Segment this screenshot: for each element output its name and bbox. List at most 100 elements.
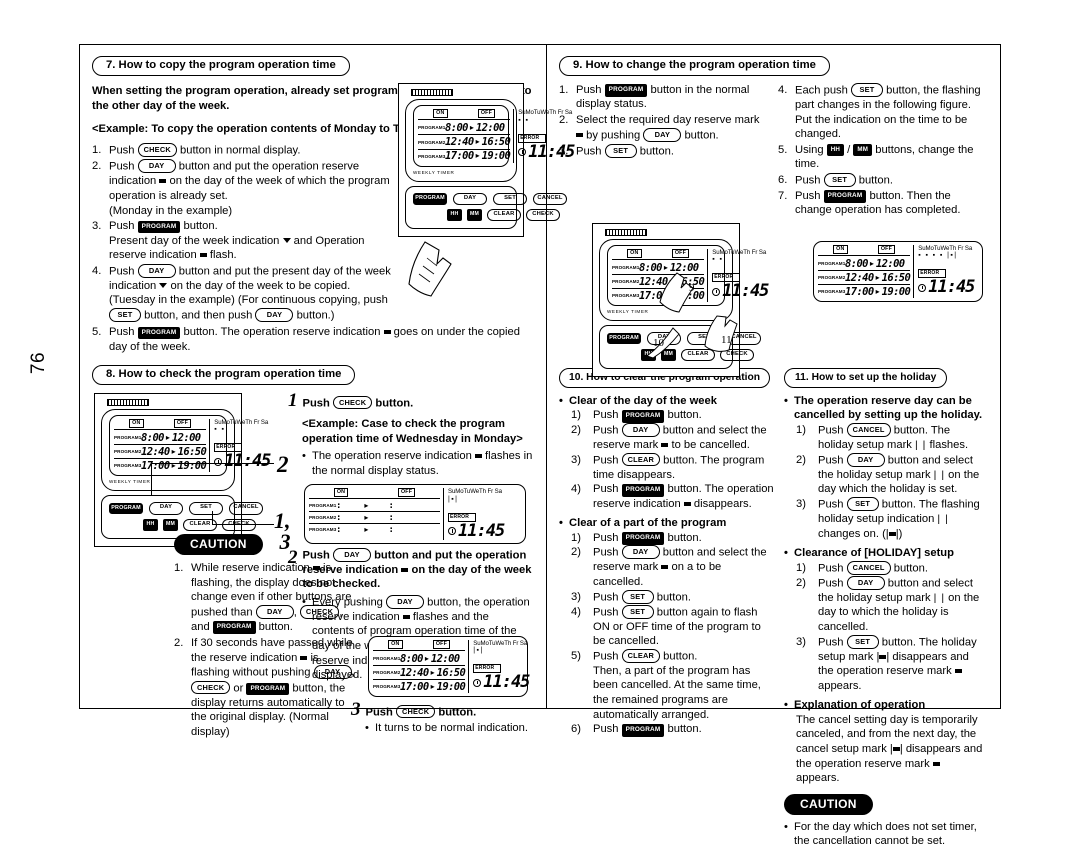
- lcd-clock: 11:45: [448, 522, 521, 540]
- step-number: 7.: [778, 189, 788, 202]
- day-key: DAY: [643, 127, 682, 142]
- lcd-on-time: 12:40: [445, 135, 474, 148]
- keypad-set-button[interactable]: SET: [493, 192, 527, 205]
- day-key: DAY: [137, 263, 176, 278]
- keypad-clear-button[interactable]: CLEAR: [487, 208, 521, 222]
- sub-number: 1): [571, 531, 581, 544]
- keypad-program-button[interactable]: PROGRAM: [109, 502, 143, 515]
- lcd-on-time: 8:00: [400, 652, 423, 665]
- keypad-day-button[interactable]: DAY: [149, 502, 183, 515]
- group-title-text: Clearance of [HOLIDAY] setup: [794, 547, 954, 560]
- keypad-hh-button[interactable]: HH: [143, 518, 158, 531]
- caution-text: For the day which does not set timer, th…: [794, 820, 977, 848]
- step-number: 5.: [92, 326, 102, 339]
- lcd-program-label: PROGRAM2: [818, 275, 846, 281]
- bullet-dot-icon: •: [784, 699, 788, 712]
- arrow-right-icon: ▸: [430, 681, 435, 691]
- lcd-program-area: ON OFF PROGRAM1 8:00 ▸ 12:00 PROGRAM2 12…: [418, 109, 513, 162]
- sub-item: 2) Push DAY button and select the reserv…: [571, 545, 774, 589]
- holiday-mark-filled-icon: | |: [876, 650, 890, 663]
- day-key: DAY: [846, 575, 885, 590]
- vent-grille-icon: [411, 89, 453, 97]
- step-item: 7. Push PROGRAM button. Then the change …: [778, 189, 988, 218]
- lcd-off-time: 12:00: [430, 652, 460, 665]
- lcd-on-tag: ON: [129, 419, 144, 429]
- sub-number: 2): [796, 576, 806, 589]
- sub-text: Push PROGRAM button. The operation reser…: [593, 483, 774, 510]
- lcd-program-label: PROGRAM2: [418, 139, 446, 145]
- mm-key: MM: [853, 144, 873, 157]
- arrow-right-icon: ▸: [869, 258, 874, 268]
- step-text: Push SET button.: [576, 143, 674, 158]
- keypad-day-button[interactable]: DAY: [453, 192, 487, 205]
- step-number: 3.: [92, 220, 102, 233]
- lcd-onoff-header: ON OFF: [309, 488, 440, 500]
- lcd-on-time: 8:00: [845, 257, 868, 270]
- screen-shell: ON OFF PROGRAM1 8:00 ▸ 12:00 PROGRAM2 12…: [101, 409, 271, 492]
- reserve-mark-icon: [300, 655, 308, 660]
- caution-block-left: CAUTION 1. While reserve indication is f…: [174, 534, 359, 740]
- program-key: PROGRAM: [823, 190, 867, 204]
- sub-item: 3) Push SET button. The flashing holiday…: [796, 496, 986, 541]
- reserve-mark-icon: [661, 565, 669, 570]
- keypad-cancel-button[interactable]: CANCEL: [229, 502, 263, 515]
- sub-text: Push DAY button and select the reserve m…: [593, 545, 767, 589]
- keypad-set-button[interactable]: SET: [189, 502, 223, 515]
- step-item: 4. Each push SET button, the flashing pa…: [778, 82, 988, 142]
- sub-item: 2) Push DAY button and select the holida…: [796, 452, 986, 497]
- arrow-right-icon: ▸: [469, 122, 474, 132]
- step-text: Using HH / MM buttons, change the time.: [795, 143, 974, 171]
- arrow-right-icon: ▸: [430, 667, 435, 677]
- lcd-program-label: PROGRAM1: [818, 261, 846, 267]
- lcd-on-time: 17:00: [141, 459, 170, 472]
- sub-item: 3) Push SET button. The holiday setup ma…: [796, 634, 986, 694]
- holiday-mark-icon: | |: [933, 591, 946, 604]
- lcd-days-row: SuMoTuWeTh Fr Sa: [448, 488, 502, 496]
- step-number: 4.: [778, 83, 788, 96]
- arrow-right-icon: ▸: [875, 272, 880, 282]
- sub-text: Push SET button. The flashing holiday se…: [818, 496, 980, 540]
- hh-key: HH: [826, 144, 845, 157]
- lcd-program-row: PROGRAM3 17:00 ▸ 19:00: [114, 459, 207, 472]
- program-key: PROGRAM: [621, 532, 665, 546]
- section-10-group1-title: • Clear of the day of the week: [559, 394, 774, 409]
- callout-10: 10: [653, 336, 664, 349]
- clock-icon: [448, 527, 456, 536]
- weekly-timer-label: WEEKLY TIMER: [413, 169, 455, 175]
- lcd-program-label: PROGRAM2: [373, 670, 401, 676]
- bullet-dot-icon: •: [784, 820, 788, 833]
- leader-line-day-h: [151, 463, 274, 465]
- lcd-program-label: PROGRAM3: [818, 289, 846, 295]
- sub-item: 5) Push CLEAR button. Then, a part of the…: [571, 648, 774, 722]
- lcd-program-label: PROGRAM2: [612, 279, 640, 285]
- lcd-program-area: ON OFF PROGRAM1 8:00 ▸ 12:00 PROGRAM2 12…: [818, 244, 913, 298]
- lcd-off-time: 16:50: [481, 135, 511, 148]
- section-8-example: <Example: Case to check the program oper…: [302, 418, 523, 445]
- day-key: DAY: [313, 665, 352, 680]
- keypad-hh-button[interactable]: HH: [447, 209, 462, 221]
- keypad-program-button[interactable]: PROGRAM: [607, 332, 641, 345]
- sub-number: 1): [796, 423, 806, 436]
- step-1-text: Push CHECK button.: [302, 395, 414, 410]
- keypad-mm-button[interactable]: MM: [467, 209, 482, 221]
- set-key: SET: [621, 604, 654, 619]
- program-key: PROGRAM: [604, 84, 648, 98]
- clock-icon: [712, 287, 721, 296]
- sub-number: 6): [571, 723, 581, 736]
- lcd-panel-final: ON OFF PROGRAM1 8:00 ▸ 12:00 PROGRAM2 12…: [368, 636, 530, 698]
- step-item: 3. Push SET button.: [559, 143, 764, 159]
- lcd-off-time: 12:00: [171, 431, 201, 444]
- step-number: 4.: [92, 264, 102, 277]
- step-item: 4. Push DAY button and put the present d…: [92, 263, 392, 323]
- sub-number: 2): [571, 423, 581, 436]
- sub-number: 3): [796, 497, 806, 510]
- sub-text: Push SET button. The holiday setup mark …: [818, 634, 977, 692]
- sub-item: 2) Push DAY button and select the reserv…: [571, 422, 774, 453]
- keypad-mm-button[interactable]: MM: [163, 518, 178, 531]
- keypad-program-button[interactable]: PROGRAM: [413, 192, 447, 205]
- step-number: 1.: [559, 83, 569, 96]
- check-key: CHECK: [137, 143, 177, 158]
- step-text: Select the required day reserve mark by …: [576, 114, 760, 142]
- sub-text: Push DAY button and select the holiday s…: [818, 452, 980, 496]
- reserve-mark-icon: [683, 501, 691, 506]
